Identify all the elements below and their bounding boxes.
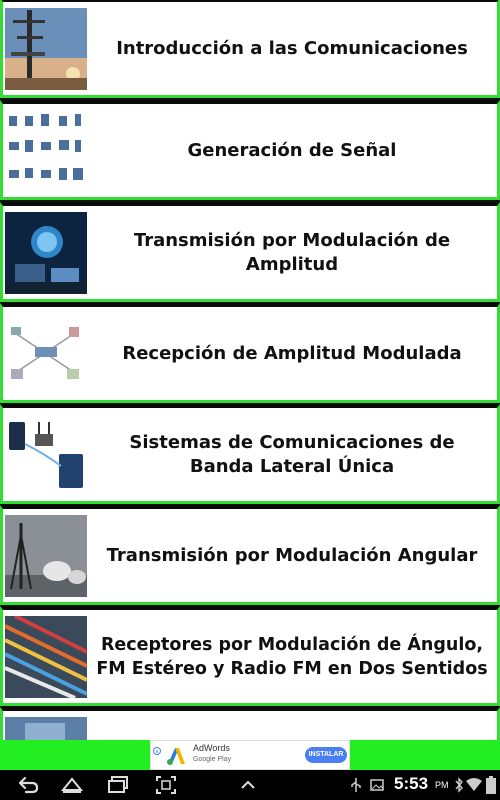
- item-label: Receptores por Modulación de Ángulo, FM …: [96, 634, 488, 679]
- home-icon[interactable]: [60, 774, 84, 796]
- wifi-icon: [466, 778, 482, 791]
- antenna-tower-photo-icon: [5, 7, 87, 90]
- system-bar: 5:53 PM: [0, 770, 500, 800]
- item-label: Transmisión por Modulación Angular: [106, 544, 478, 566]
- item-label: Sistemas de Comunicaciones de Banda Late…: [129, 431, 455, 477]
- ad-content[interactable]: AdWords Google Play INSTALAR: [150, 740, 350, 770]
- list-item[interactable]: Sistemas de Comunicaciones de Banda Late…: [0, 404, 500, 504]
- list-item[interactable]: Receptores por Modulación de Ángulo, FM …: [0, 606, 500, 706]
- device-icons-grid-icon: [5, 109, 87, 192]
- topic-list: Introducción a las Comunicaciones Genera…: [0, 0, 500, 740]
- clock-time: 5:53: [394, 774, 429, 793]
- screenshot-icon[interactable]: [154, 774, 178, 796]
- usb-icon: [351, 778, 361, 792]
- install-button[interactable]: INSTALAR: [305, 747, 347, 763]
- item-label: Transmisión por Modulación de Amplitud: [133, 229, 451, 275]
- ad-brand: AdWords: [193, 743, 230, 753]
- list-item[interactable]: Transmisión por Modulación de Amplitud: [0, 202, 500, 302]
- list-item[interactable]: Generación de Señal: [0, 100, 500, 200]
- battery-icon: [486, 776, 496, 794]
- gallery-notification-icon: [370, 779, 384, 791]
- list-item[interactable]: Introducción a las Comunicaciones: [0, 0, 500, 98]
- network-diagram-icon: [5, 312, 87, 395]
- ad-info-icon[interactable]: [153, 747, 161, 755]
- ad-banner[interactable]: AdWords Google Play INSTALAR: [0, 740, 500, 770]
- item-label: Recepción de Amplitud Modulada: [122, 342, 462, 364]
- menu-chevron-icon[interactable]: [236, 774, 260, 796]
- phone-tablet-router-icon: [5, 413, 87, 496]
- ad-store: Google Play: [193, 756, 232, 763]
- clock-ampm: PM: [435, 780, 449, 790]
- adwords-logo-icon: [167, 748, 185, 765]
- fiber-cables-icon: [5, 615, 87, 698]
- partial-photo-icon: [5, 716, 87, 740]
- list-item[interactable]: [0, 707, 500, 740]
- bluetooth-icon: [455, 777, 463, 793]
- recent-apps-icon[interactable]: [106, 774, 130, 796]
- item-label: Generación de Señal: [187, 139, 397, 161]
- list-item[interactable]: Recepción de Amplitud Modulada: [0, 303, 500, 403]
- item-label: Introducción a las Comunicaciones: [116, 37, 468, 59]
- tech-globe-laptop-icon: [5, 211, 87, 294]
- back-icon[interactable]: [16, 774, 40, 796]
- list-item[interactable]: Transmisión por Modulación Angular: [0, 505, 500, 605]
- satellite-dishes-icon: [5, 514, 87, 597]
